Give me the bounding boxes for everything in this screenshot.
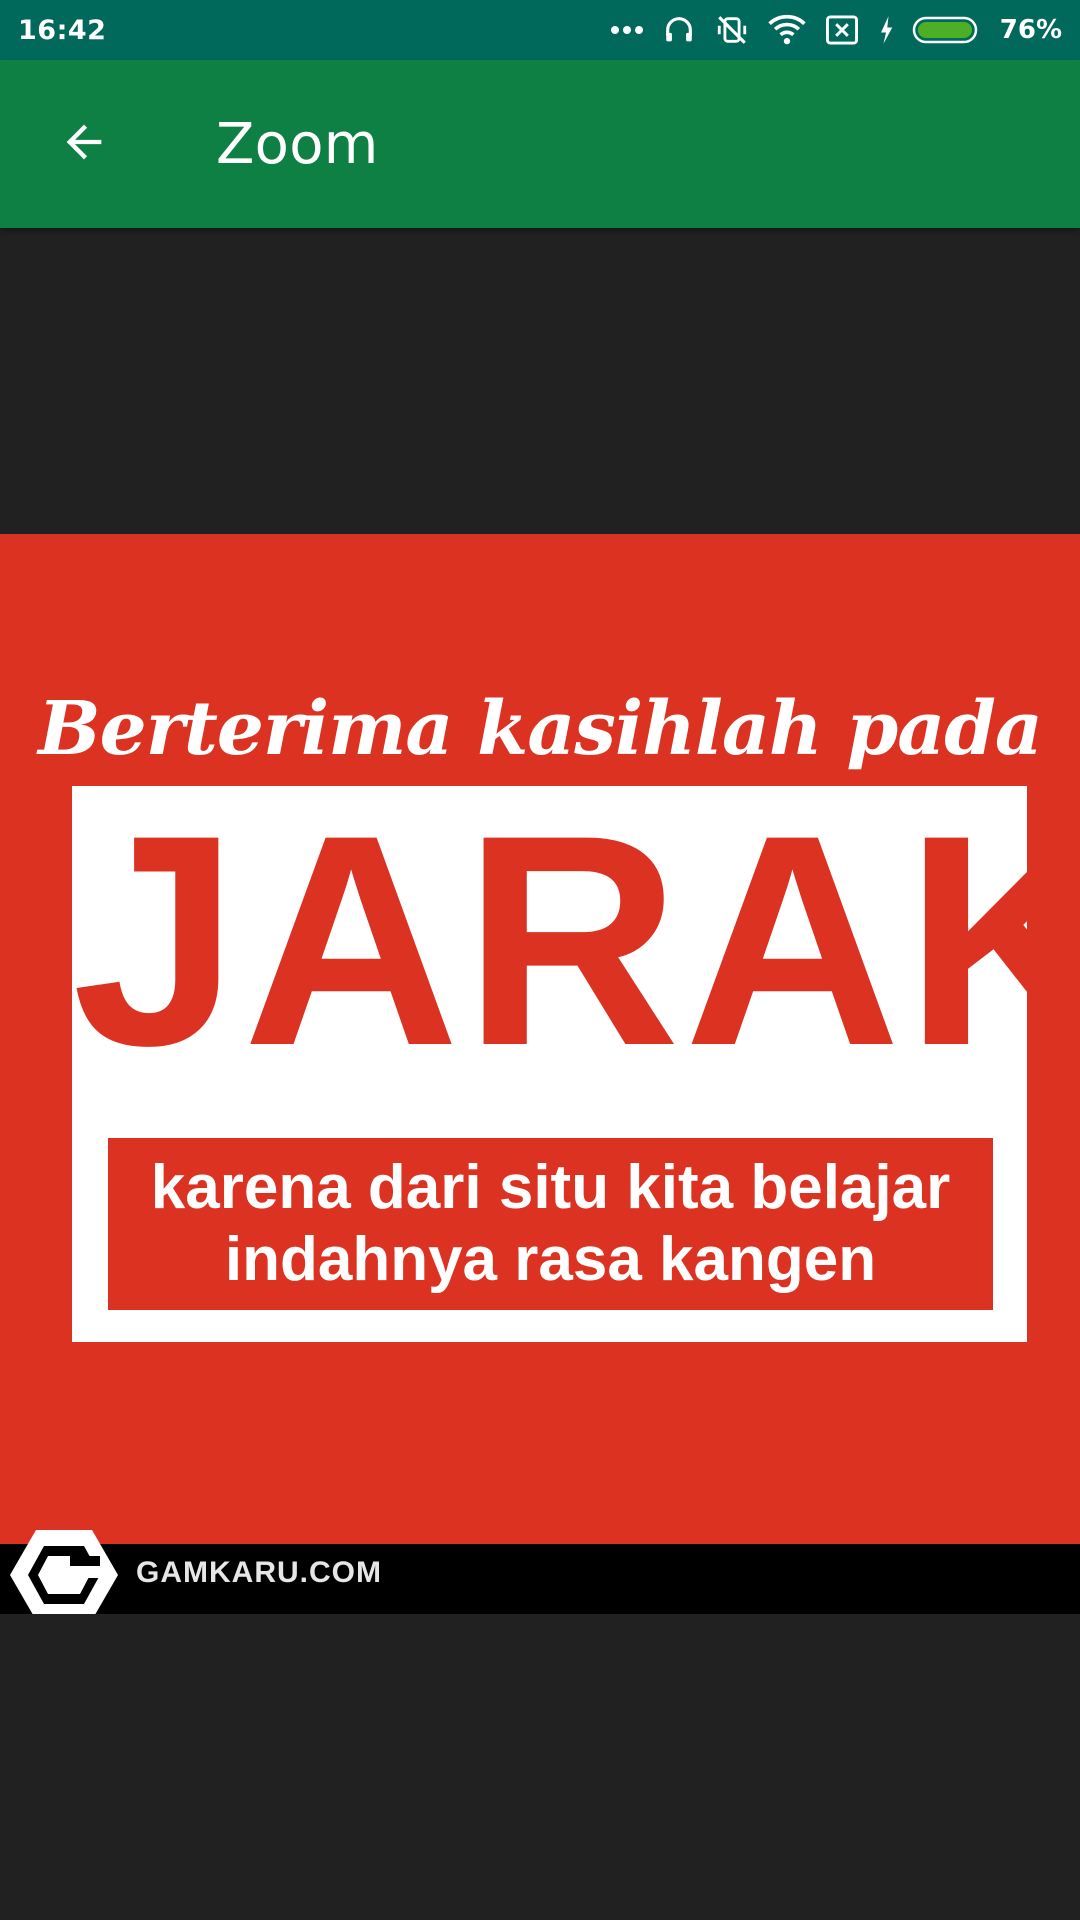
image-caption-band: karena dari situ kita belajar indahnya r… bbox=[108, 1138, 993, 1310]
image-headline: JARAK bbox=[72, 772, 1080, 1108]
charging-icon bbox=[878, 15, 894, 45]
arrow-back-icon bbox=[58, 116, 110, 173]
more-dots-icon bbox=[610, 24, 644, 36]
page-title: Zoom bbox=[216, 111, 379, 177]
image-caption-line-2: indahnya rasa kangen bbox=[224, 1225, 877, 1294]
zoom-viewer[interactable]: Berterima kasihlah pada JARAK karena dar… bbox=[0, 228, 1080, 1920]
vibrate-off-icon bbox=[714, 13, 750, 47]
back-button[interactable] bbox=[36, 96, 132, 192]
image-white-panel: JARAK karena dari situ kita belajar inda… bbox=[72, 772, 1080, 1342]
image-script-text: Berterima kasihlah pada bbox=[38, 686, 1043, 772]
zoomable-image[interactable]: Berterima kasihlah pada JARAK karena dar… bbox=[0, 534, 1080, 1614]
image-caption-line-1: karena dari situ kita belajar bbox=[150, 1153, 951, 1222]
headset-icon bbox=[662, 13, 696, 47]
gamkaru-logo-icon bbox=[8, 1526, 120, 1614]
wifi-icon bbox=[768, 14, 806, 46]
no-sim-icon bbox=[824, 14, 860, 46]
status-bar: 16:42 76% bbox=[0, 0, 1080, 60]
status-icons: 76% bbox=[610, 13, 1062, 47]
battery-icon bbox=[912, 15, 982, 45]
status-time: 16:42 bbox=[18, 14, 107, 46]
app-bar: Zoom bbox=[0, 60, 1080, 228]
image-site-label: GAMKARU.COM bbox=[136, 1556, 382, 1589]
battery-percent: 76% bbox=[999, 15, 1062, 45]
